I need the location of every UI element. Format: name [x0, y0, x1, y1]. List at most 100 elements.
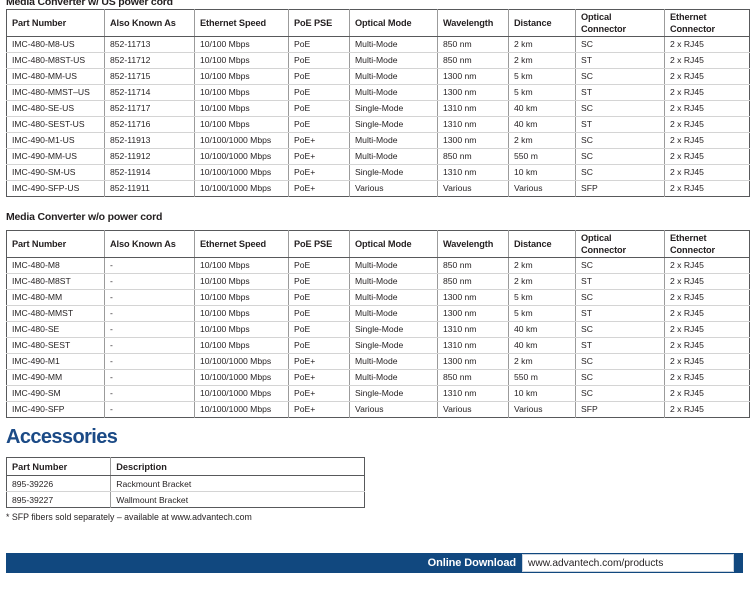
- cell-part-number: IMC-490-MM: [6, 369, 105, 386]
- cell-wavelength: 1310 nm: [437, 385, 509, 402]
- cell-also-known-as: 852-11913: [104, 132, 195, 149]
- table-row: IMC-480-MM -10/100 Mbps PoE Multi-Mode 1300 …: [6, 289, 750, 306]
- cell-poe-pse: PoE+: [288, 369, 350, 386]
- cell-distance: 2 km: [508, 132, 576, 149]
- cell-also-known-as: -: [104, 305, 195, 322]
- cell-poe-pse: PoE+: [288, 148, 350, 165]
- table-row: IMC-480-M8ST-US 852-11712 10/100 Mbps PoE Mu…: [6, 52, 750, 69]
- cell-ethernet-connector: 2 x RJ45: [664, 52, 750, 69]
- table-row: IMC-490-SFP-US 852-11911 10/100/1000 Mbps P…: [6, 180, 750, 197]
- cell-distance: 40 km: [508, 321, 576, 338]
- cell-part-number: IMC-490-SM-US: [6, 164, 105, 181]
- table-row: IMC-490-MM-US 852-11912 10/100/1000 Mbps Po…: [6, 148, 750, 165]
- cell-ethernet-connector: 2 x RJ45: [664, 84, 750, 101]
- cell-ethernet-speed: 10/100 Mbps: [194, 68, 289, 85]
- cell-optical-connector: SC: [575, 36, 665, 53]
- cell-optical-connector: SC: [575, 289, 665, 306]
- cell-also-known-as: -: [104, 401, 195, 418]
- cell-optical-connector: SC: [575, 257, 665, 274]
- table-row: IMC-490-SM -10/100/1000 Mbps PoE+ Single-Mo…: [6, 385, 750, 402]
- column-header-optical-mode: Optical Mode: [349, 230, 438, 258]
- cell-wavelength: 1310 nm: [437, 164, 509, 181]
- table-row: IMC-480-MMST–US 852-11714 10/100 Mbps PoE Mu…: [6, 84, 750, 101]
- cell-optical-mode: Multi-Mode: [349, 132, 438, 149]
- cell-distance: 2 km: [508, 273, 576, 290]
- cell-optical-mode: Multi-Mode: [349, 148, 438, 165]
- online-download-label: Online Download: [427, 557, 516, 569]
- cell-also-known-as: -: [104, 337, 195, 354]
- cell-part-number: IMC-490-M1-US: [6, 132, 105, 149]
- cell-wavelength: 1300 nm: [437, 289, 509, 306]
- cell-part-number: IMC-480-M8-US: [6, 36, 105, 53]
- cell-optical-connector: SFP: [575, 401, 665, 418]
- section-heading-no-power-cord: Media Converter w/o power cord: [6, 211, 163, 223]
- cell-distance: 10 km: [508, 164, 576, 181]
- cell-ethernet-connector: 2 x RJ45: [664, 289, 750, 306]
- optical-connector-line1: Optical: [581, 233, 612, 243]
- footer-bar: Online Download www.advantech.com/produc…: [6, 553, 743, 573]
- optical-connector-line2: Connector: [581, 24, 627, 34]
- column-header-poe-pse: PoE PSE: [288, 9, 350, 37]
- cell-distance: 5 km: [508, 84, 576, 101]
- cell-part-number: IMC-480-MM-US: [6, 68, 105, 85]
- spec-table-us-power-cord: Part Number Also Known As Ethernet Speed…: [6, 9, 750, 197]
- cell-distance: 5 km: [508, 68, 576, 85]
- section-heading-us-power-cord: Media Converter w/ US power cord: [6, 0, 173, 8]
- cell-optical-mode: Multi-Mode: [349, 369, 438, 386]
- cell-wavelength: 1300 nm: [437, 68, 509, 85]
- cell-optical-mode: Multi-Mode: [349, 84, 438, 101]
- cell-part-number: IMC-480-SEST: [6, 337, 105, 354]
- cell-also-known-as: 852-11712: [104, 52, 195, 69]
- cell-part-number: IMC-480-SE-US: [6, 100, 105, 117]
- cell-ethernet-speed: 10/100 Mbps: [194, 52, 289, 69]
- cell-ethernet-speed: 10/100/1000 Mbps: [194, 132, 289, 149]
- cell-ethernet-speed: 10/100 Mbps: [194, 273, 289, 290]
- cell-also-known-as: -: [104, 369, 195, 386]
- cell-accessory-description: Wallmount Bracket: [110, 491, 365, 508]
- cell-optical-mode: Multi-Mode: [349, 353, 438, 370]
- cell-wavelength: 850 nm: [437, 52, 509, 69]
- cell-poe-pse: PoE: [288, 257, 350, 274]
- cell-poe-pse: PoE+: [288, 164, 350, 181]
- cell-optical-connector: ST: [575, 337, 665, 354]
- cell-wavelength: 850 nm: [437, 36, 509, 53]
- optical-connector-line2: Connector: [581, 245, 627, 255]
- cell-part-number: IMC-490-SFP-US: [6, 180, 105, 197]
- cell-optical-mode: Various: [349, 401, 438, 418]
- cell-ethernet-connector: 2 x RJ45: [664, 369, 750, 386]
- cell-ethernet-connector: 2 x RJ45: [664, 273, 750, 290]
- spec-table-no-power-cord: Part Number Also Known As Ethernet Speed…: [6, 230, 750, 418]
- cell-optical-connector: ST: [575, 52, 665, 69]
- column-header-optical-connector: Optical Connector: [575, 9, 665, 37]
- cell-distance: 40 km: [508, 100, 576, 117]
- cell-part-number: IMC-480-M8ST: [6, 273, 105, 290]
- cell-ethernet-connector: 2 x RJ45: [664, 116, 750, 133]
- cell-poe-pse: PoE: [288, 84, 350, 101]
- cell-optical-mode: Single-Mode: [349, 116, 438, 133]
- cell-distance: Various: [508, 180, 576, 197]
- column-header-distance: Distance: [508, 9, 576, 37]
- cell-poe-pse: PoE: [288, 100, 350, 117]
- cell-also-known-as: 852-11714: [104, 84, 195, 101]
- online-download-url-box[interactable]: www.advantech.com/products: [522, 554, 734, 572]
- cell-also-known-as: 852-11715: [104, 68, 195, 85]
- cell-ethernet-connector: 2 x RJ45: [664, 100, 750, 117]
- cell-optical-mode: Single-Mode: [349, 385, 438, 402]
- cell-ethernet-connector: 2 x RJ45: [664, 305, 750, 322]
- table-row: IMC-480-SEST -10/100 Mbps PoE Single-Mode 13…: [6, 337, 750, 354]
- table-row: IMC-490-SM-US 852-11914 10/100/1000 Mbps Po…: [6, 164, 750, 181]
- cell-part-number: IMC-490-SM: [6, 385, 105, 402]
- column-header-optical-connector: Optical Connector: [575, 230, 665, 258]
- spec-table-us-body: IMC-480-M8-US 852-11713 10/100 Mbps PoE Mult…: [6, 36, 750, 197]
- cell-ethernet-speed: 10/100 Mbps: [194, 337, 289, 354]
- cell-poe-pse: PoE: [288, 273, 350, 290]
- cell-optical-mode: Single-Mode: [349, 164, 438, 181]
- cell-optical-mode: Various: [349, 180, 438, 197]
- cell-optical-mode: Multi-Mode: [349, 68, 438, 85]
- cell-wavelength: 850 nm: [437, 273, 509, 290]
- ethernet-connector-line2: Connector: [670, 245, 716, 255]
- table-row: IMC-480-SE-US 852-11717 10/100 Mbps PoE Sing…: [6, 100, 750, 117]
- column-header-ethernet-speed: Ethernet Speed: [194, 9, 289, 37]
- cell-distance: 2 km: [508, 36, 576, 53]
- cell-poe-pse: PoE: [288, 52, 350, 69]
